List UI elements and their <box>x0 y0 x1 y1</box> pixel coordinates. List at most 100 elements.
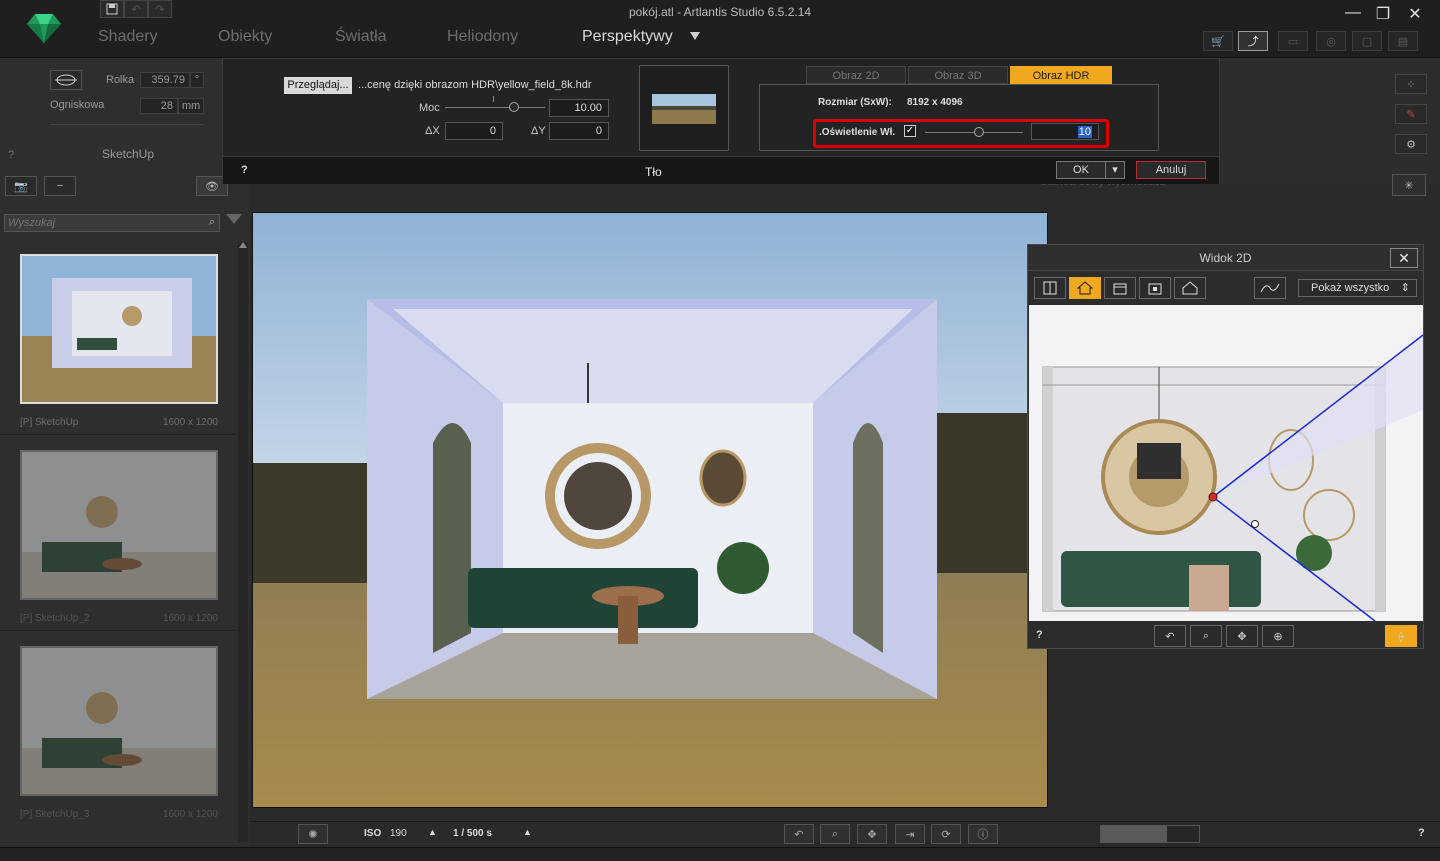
render-preview[interactable] <box>252 212 1048 808</box>
dialog-help-icon[interactable]: ? <box>241 164 248 176</box>
view-2d-canvas[interactable] <box>1029 305 1423 621</box>
color-pencil-icon[interactable]: ✎ <box>1395 104 1427 124</box>
pan-icon[interactable]: ✥ <box>857 824 887 844</box>
info-icon[interactable]: ⓘ <box>968 824 998 844</box>
focal-input[interactable]: 28 <box>140 98 178 114</box>
back-view-icon[interactable] <box>1139 277 1171 299</box>
dx-input[interactable]: 0 <box>445 122 503 140</box>
iso-value[interactable]: 190 <box>390 828 407 839</box>
aperture-icon[interactable]: ✺ <box>298 824 328 844</box>
help-icon[interactable]: ? <box>8 149 14 161</box>
shutter-speed[interactable]: 1 / 500 s <box>453 828 492 839</box>
lighting-slider[interactable] <box>925 127 1023 137</box>
sidebar-scrollbar[interactable] <box>238 242 248 842</box>
show-all-label: Pokaż wszystko <box>1311 282 1390 294</box>
camera-roll-icon[interactable] <box>50 70 82 90</box>
view-thumbnail-2[interactable] <box>20 450 218 600</box>
bottom-help-icon[interactable]: ? <box>1418 827 1425 839</box>
dx-label: ΔX <box>425 125 440 137</box>
iso-up-icon[interactable]: ▲ <box>428 827 437 837</box>
zoom-icon[interactable]: ⌕ <box>820 824 850 844</box>
focal-unit: mm <box>178 98 204 114</box>
lighting-label: .Oświetlenie Wł. <box>819 127 896 138</box>
menu-heliodons[interactable]: Heliodony <box>447 28 518 46</box>
divider <box>50 124 204 125</box>
roll-input[interactable]: 359.79 <box>140 72 190 88</box>
view-2d-zoom-icon[interactable]: ⌕ <box>1190 625 1222 647</box>
undo-view-icon[interactable]: ↶ <box>784 824 814 844</box>
menu-lights[interactable]: Światła <box>335 28 387 46</box>
camera-panel: Rolka 359.79 ° Ogniskowa 28 mm ? SketchU… <box>0 58 222 170</box>
panorama-mode-icon[interactable]: ◎ <box>1316 31 1346 51</box>
power-input[interactable]: 10.00 <box>549 99 609 117</box>
lighting-input[interactable]: 10 <box>1031 123 1099 140</box>
bottom-toolbar: ✺ ISO 190 ▲ 1 / 500 s ▲ ↶ ⌕ ✥ ⇥ ⟳ ⓘ ? <box>250 821 1440 847</box>
plan-view-icon[interactable] <box>1034 277 1066 299</box>
view-2d-pan-icon[interactable]: ✥ <box>1226 625 1258 647</box>
shutter-up-icon[interactable]: ▲ <box>523 827 532 837</box>
perspective-mode-icon[interactable]: ⤴ <box>1238 31 1268 51</box>
view-2d-help-icon[interactable]: ? <box>1036 629 1043 641</box>
search-icon[interactable]: ⌕ <box>209 216 215 229</box>
camera-source: SketchUp <box>102 147 155 161</box>
views-sidebar: 📷 − 👁 ⌕ [P] SketchUp1600 x 1200 [P] Sket… <box>0 170 250 845</box>
ok-dropdown-icon[interactable]: ▾ <box>1105 161 1125 179</box>
menu-objects[interactable]: Obiekty <box>218 28 272 46</box>
browse-button[interactable]: Przeglądaj... <box>284 77 352 94</box>
tab-image-2d[interactable]: Obraz 2D <box>806 66 906 84</box>
grid-icon[interactable]: ⁘ <box>1395 74 1427 94</box>
window-title: pokój.atl - Artlantis Studio 6.5.2.14 <box>628 5 812 19</box>
power-slider[interactable] <box>445 96 545 112</box>
view-2d-undo-icon[interactable]: ↶ <box>1154 625 1186 647</box>
front-view-icon[interactable] <box>1069 277 1101 299</box>
title-bar: ↶ ↷ pokój.atl - Artlantis Studio 6.5.2.1… <box>0 0 1440 58</box>
parallel-mode-icon[interactable]: ▭ <box>1278 31 1308 51</box>
show-all-select[interactable]: Pokaż wszystko ⇕ <box>1298 279 1417 297</box>
search-box[interactable]: ⌕ <box>4 214 220 232</box>
filter-dropdown-icon[interactable] <box>226 214 242 224</box>
restore-button[interactable]: ❐ <box>1370 4 1396 24</box>
roll-label: Rolka <box>106 74 135 86</box>
lighting-value: 10 <box>1077 126 1092 138</box>
lighting-checkbox[interactable]: ✓ <box>904 125 916 137</box>
dy-input[interactable]: 0 <box>549 122 609 140</box>
right-view-icon[interactable] <box>1104 277 1136 299</box>
render-progress <box>1100 825 1200 843</box>
minimize-button[interactable]: — <box>1340 4 1366 24</box>
menu-perspectives[interactable]: Perspektywy <box>582 28 673 46</box>
search-input[interactable] <box>5 215 195 231</box>
ok-button[interactable]: OK <box>1056 161 1106 179</box>
tab-image-3d[interactable]: Obraz 3D <box>908 66 1008 84</box>
close-button[interactable]: ✕ <box>1402 4 1428 24</box>
size-label: Rozmiar (SxW): <box>818 97 892 108</box>
menu-shaders[interactable]: Shadery <box>98 28 158 46</box>
view-2d-title: Widok 2D <box>1199 251 1252 265</box>
roll-unit: ° <box>190 72 204 88</box>
view-2d-zoom-fit-icon[interactable]: ⊕ <box>1262 625 1294 647</box>
hdr-preview[interactable] <box>639 65 729 151</box>
dialog-title: Tło <box>645 165 662 179</box>
curve-tool-icon[interactable] <box>1254 277 1286 299</box>
view-thumbnail-1[interactable] <box>20 254 218 404</box>
cancel-button[interactable]: Anuluj <box>1136 161 1206 179</box>
perspectives-dropdown-icon[interactable] <box>690 32 700 40</box>
view-thumbnail-3[interactable] <box>20 646 218 796</box>
remove-view-button[interactable]: − <box>44 176 76 196</box>
sun-preview-icon[interactable]: ✳ <box>1392 174 1426 196</box>
lighting-slider-knob[interactable] <box>974 127 984 137</box>
view-2d-close-button[interactable]: ✕ <box>1390 248 1418 268</box>
view-name-3: [P] SketchUp_3 <box>20 809 90 820</box>
vr-object-icon[interactable]: ▢ <box>1352 31 1382 51</box>
tab-image-hdr[interactable]: Obraz HDR <box>1010 66 1112 84</box>
left-view-icon[interactable] <box>1174 277 1206 299</box>
refresh-icon[interactable]: ⟳ <box>931 824 961 844</box>
catalog-cart-icon[interactable]: 🛒 <box>1203 31 1233 51</box>
view-size-3: 1600 x 1200 <box>162 809 218 820</box>
dy-label: ΔY <box>531 125 546 137</box>
clipping-icon[interactable]: ⇥ <box>895 824 925 844</box>
view-2d-orientation-icon[interactable]: ⟠ <box>1385 625 1417 647</box>
settings-gear-icon[interactable]: ⚙ <box>1395 134 1427 154</box>
add-view-camera-icon[interactable]: 📷 <box>5 176 37 196</box>
animation-mode-icon[interactable]: ▤ <box>1388 31 1418 51</box>
power-slider-knob[interactable] <box>509 102 519 112</box>
